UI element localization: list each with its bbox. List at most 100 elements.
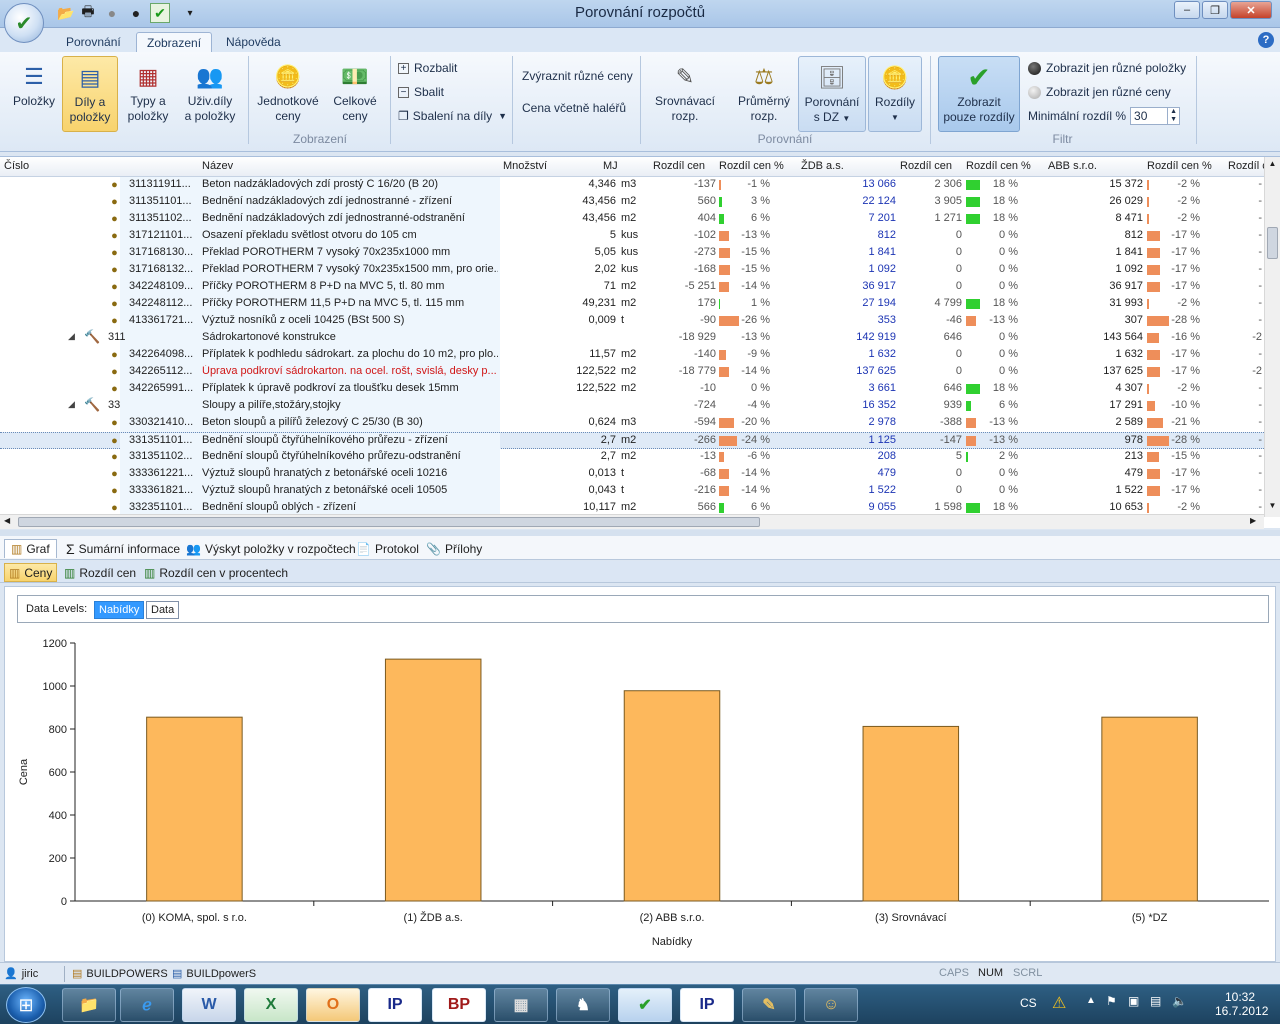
browser-icon[interactable]: ℯ [120,988,174,1022]
help-icon[interactable]: ? [1258,32,1274,48]
checklist-app-icon[interactable]: ✎ [742,988,796,1022]
table-row[interactable]: ● 311351102... Bednění nadzákladových zdí … [0,211,1264,228]
table-row[interactable]: ● 342265991... Příplatek k úpravě podkroví… [0,381,1264,398]
ip-app-2-icon[interactable]: IP [680,988,734,1022]
device-icon[interactable]: ▣ [1128,994,1139,1008]
srovnavaci-rozp-button[interactable]: ✎ Srovnávací rozp. [652,56,718,132]
table-row[interactable]: ● 342248109... Příčky POROTHERM 8 P+D na M… [0,279,1264,296]
scroll-left-icon[interactable]: ◀ [4,516,10,525]
rozdily-dropdown[interactable]: 🪙 Rozdíly ▼ [868,56,922,132]
col-cislo[interactable]: Číslo [4,160,29,172]
rozbalit-button[interactable]: + Rozbalit [398,58,457,78]
collapse-arrow-icon[interactable]: ◢ [68,331,75,342]
worker-app-icon[interactable]: ♞ [556,988,610,1022]
col-rozdil-cen-1[interactable]: Rozdíl cen [653,160,705,172]
col-rozdil-cen-pct-3[interactable]: Rozdíl cen % [1147,160,1212,172]
tab-protokol[interactable]: 📄 Protokol [350,539,425,558]
porovnani-s-dz-dropdown[interactable]: 🗄 Porovnání s DZ ▼ [798,56,866,132]
start-button[interactable]: ⊞ [6,987,46,1023]
table-row[interactable]: ● 333361821... Výztuž sloupů hranatých z b… [0,483,1264,500]
ip-app-icon[interactable]: IP [368,988,422,1022]
group-row[interactable]: ◢ 🔨 311 Sádrokartonové konstrukce -18 929 -13… [0,329,1264,347]
tab-napoveda[interactable]: Nápověda [216,32,291,52]
scroll-down-icon[interactable]: ▼ [1267,501,1278,513]
warning-icon[interactable]: ⚠ [1052,993,1066,1013]
level-nabidky[interactable]: Nabídky [94,601,145,619]
tab-vyskyt-polozky[interactable]: 👥 Výskyt položky v rozpočtech [180,539,362,558]
sbaleni-na-dily-dropdown[interactable]: ❐ Sbalení na díly ▼ [398,106,507,126]
table-row[interactable]: ● 331351101... Bednění sloupů čtyřúhelníko… [0,432,1264,450]
tray-expand-icon[interactable]: ▲ [1086,995,1096,1006]
bp-app-icon[interactable]: BP [432,988,486,1022]
col-nazev[interactable]: Název [202,160,233,172]
app-menu-button[interactable]: ✔ [4,3,44,43]
table-row[interactable]: ● 342265112... Úprava podkroví sádrokarton… [0,364,1264,381]
chart-tab-rozdil-procenta[interactable]: ▥ Rozdíl cen v procentech [140,563,292,582]
chart-tab-rozdil-cen[interactable]: ▥ Rozdíl cen [60,563,140,582]
table-row[interactable]: ● 317168130... Překlad POROTHERM 7 vysoký … [0,245,1264,262]
zvyraznit-ruzne-ceny-button[interactable]: Zvýraznit různé ceny [522,66,633,86]
group-row[interactable]: ◢ 🔨 33 Sloupy a pilíře,stožáry,stojky -724 -4… [0,397,1264,415]
tab-zobrazeni[interactable]: Zobrazení [136,32,213,52]
col-mj[interactable]: MJ [603,160,618,172]
table-row[interactable]: ● 342264098... Příplatek k podhledu sádrok… [0,347,1264,364]
cena-vcetne-haleru-button[interactable]: Cena včetně haléřů [522,98,626,118]
col-abb[interactable]: ABB s.r.o. [1048,160,1097,172]
scroll-up-icon[interactable]: ▲ [1267,159,1278,171]
flag-icon[interactable]: ⚑ [1106,994,1117,1008]
col-rozdil-cen-pct-1[interactable]: Rozdíl cen % [719,160,784,172]
tab-prilohy[interactable]: 📎 Přílohy [420,539,488,558]
jednotkove-ceny-button[interactable]: 🪙 Jednotkové ceny [252,56,324,132]
word-icon[interactable]: W [182,988,236,1022]
level-data[interactable]: Data [146,601,180,619]
col-rozdil-cen-pct-2[interactable]: Rozdíl cen % [966,160,1031,172]
celkove-ceny-button[interactable]: 💵 Celkové ceny [326,56,384,132]
zobrazit-pouze-rozdily-button[interactable]: ✔ Zobrazit pouze rozdíly [938,56,1020,132]
table-row[interactable]: ● 311311911... Beton nadzákladových zdí pr… [0,177,1264,194]
table-row[interactable]: ● 330321410... Beton sloupů a pilířů želez… [0,415,1264,432]
scroll-right-icon[interactable]: ▶ [1250,516,1256,525]
calculator-icon[interactable]: ▦ [494,988,548,1022]
clock[interactable]: 10:32 16.7.2012 [1215,990,1268,1018]
table-row[interactable]: ● 342248112... Příčky POROTHERM 11,5 P+D n… [0,296,1264,313]
polozky-button[interactable]: ☰ Položky [6,56,62,132]
network-icon[interactable]: ▤ [1150,994,1161,1008]
maximize-button[interactable]: ❐ [1202,1,1228,19]
outlook-icon[interactable]: O [306,988,360,1022]
horizontal-scrollbar[interactable]: ◀ ▶ [0,514,1264,529]
col-zdb[interactable]: ŽDB a.s. [801,160,844,172]
horizontal-scroll-thumb[interactable] [18,517,760,527]
tab-graf[interactable]: ▥ Graf [4,539,57,558]
dily-a-polozky-button[interactable]: ▤ Díly a položky [62,56,118,132]
table-row[interactable]: ● 317121101... Osazení překladu světlost o… [0,228,1264,245]
table-row[interactable]: ● 331351102... Bednění sloupů čtyřúhelníko… [0,449,1264,466]
col-rozdil-cen-4[interactable]: Rozdíl c [1228,160,1268,172]
tab-sumarni-informace[interactable]: Σ Sumární informace [60,539,186,558]
chart-tab-ceny[interactable]: ▥ Ceny [4,563,58,582]
sbalit-button[interactable]: − Sbalit [398,82,444,102]
uziv-dily-button[interactable]: 👥 Uživ.díly a položky [178,56,242,132]
radio-ruzne-polozky[interactable]: Zobrazit jen různé položky [1028,58,1186,78]
comparison-app-icon[interactable]: ✔ [618,988,672,1022]
min-rozdil-input[interactable]: 30 [1130,107,1169,125]
col-rozdil-cen-2[interactable]: Rozdíl cen [900,160,952,172]
builder-app-icon[interactable]: ☺ [804,988,858,1022]
table-row[interactable]: ● 317168132... Překlad POROTHERM 7 vysoký … [0,262,1264,279]
prumerny-rozp-button[interactable]: ⚖ Průměrný rozp. [732,56,796,132]
vertical-scroll-thumb[interactable] [1267,227,1278,259]
minimize-button[interactable]: – [1174,1,1200,19]
table-row[interactable]: ● 413361721... Výztuž nosníků z oceli 1042… [0,313,1264,330]
collapse-arrow-icon[interactable]: ◢ [68,399,75,410]
tab-porovnani[interactable]: Porovnání [56,32,131,52]
radio-ruzne-ceny[interactable]: Zobrazit jen různé ceny [1028,82,1171,102]
vertical-scrollbar[interactable]: ▲ ▼ [1264,157,1280,517]
close-button[interactable]: ✕ [1230,1,1272,19]
spinner-icon[interactable]: ▲ ▼ [1168,107,1181,125]
col-mnozstvi[interactable]: Množství [503,160,547,172]
excel-icon[interactable]: X [244,988,298,1022]
explorer-icon[interactable]: 📁 [62,988,116,1022]
table-row[interactable]: ● 333361221... Výztuž sloupů hranatých z b… [0,466,1264,483]
typy-a-polozky-button[interactable]: ▦ Typy a položky [120,56,176,132]
language-indicator[interactable]: CS [1020,996,1037,1010]
table-row[interactable]: ● 311351101... Bednění nadzákladových zdí … [0,194,1264,211]
